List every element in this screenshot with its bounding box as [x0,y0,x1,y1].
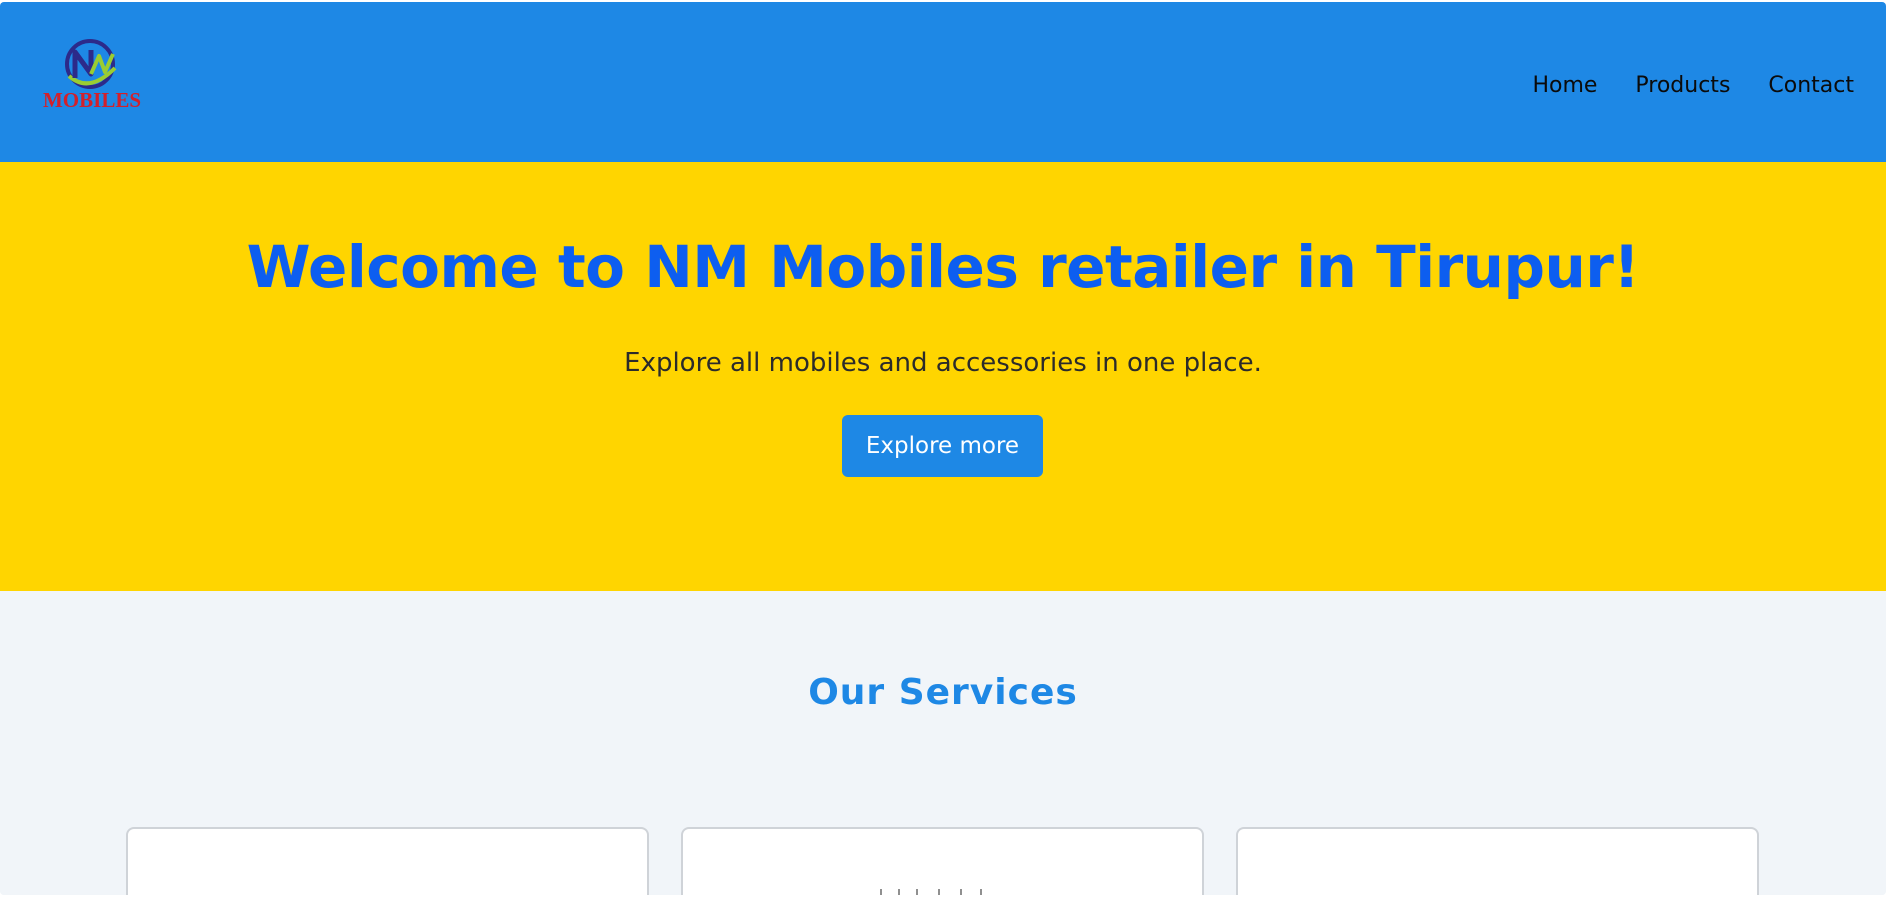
hero-section: Welcome to NM Mobiles retailer in Tirupu… [0,162,1886,591]
nav-link-products[interactable]: Products [1635,72,1730,100]
hero-title: Welcome to NM Mobiles retailer in Tirupu… [246,233,1640,301]
main-nav: Home Products Contact [1532,72,1854,100]
services-section: Our Services [0,591,1886,895]
site-header: MOBILES Home Products Contact [0,2,1886,162]
service-card[interactable] [1236,827,1759,895]
explore-more-button[interactable]: Explore more [842,415,1043,477]
logo-wordmark: MOBILES [43,88,141,110]
hero-subtitle: Explore all mobiles and accessories in o… [624,348,1262,378]
nav-link-contact[interactable]: Contact [1768,72,1854,100]
page: MOBILES Home Products Contact Welcome to… [0,2,1886,895]
services-heading: Our Services [808,672,1078,713]
loading-image-placeholder-icon [880,889,982,895]
nav-link-home[interactable]: Home [1532,72,1597,100]
logo-icon: MOBILES [43,39,141,110]
nm-mobiles-logo[interactable]: MOBILES [33,38,151,110]
service-card[interactable] [126,827,649,895]
browser-viewport: MOBILES Home Products Contact Welcome to… [0,0,1887,897]
service-card[interactable] [681,827,1204,895]
